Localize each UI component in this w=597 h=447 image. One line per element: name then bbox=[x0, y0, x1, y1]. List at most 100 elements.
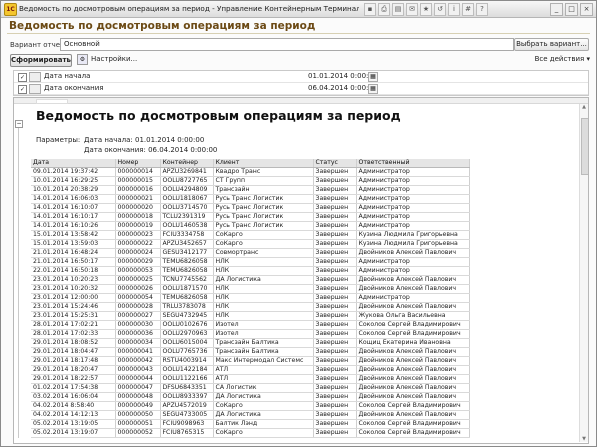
table-cell: Завершен bbox=[313, 257, 357, 267]
table-row[interactable]: 04.02.2014 14:12:13 000000050 SEGU4733005 Д… bbox=[31, 410, 470, 420]
param-value[interactable]: 01.01.2014 0:00:00 bbox=[308, 71, 377, 82]
param-checkbox[interactable]: ✓ bbox=[18, 85, 27, 94]
maximize-button[interactable]: □ bbox=[565, 3, 578, 16]
table-cell: Администратор bbox=[356, 203, 470, 213]
table-cell: Соколов Сергей Владимирович bbox=[356, 419, 470, 429]
calendar-picker-icon[interactable]: ▦ bbox=[368, 84, 378, 94]
print-icon[interactable]: ⎙ bbox=[378, 3, 390, 16]
table-row[interactable]: 23.01.2014 10:20:32 000000026 OOLU1871570 Н… bbox=[31, 284, 470, 294]
table-cell: 21.01.2014 16:50:17 bbox=[31, 257, 116, 267]
table-row[interactable]: 29.01.2014 18:22:57 000000044 OOLU1122166 А… bbox=[31, 374, 470, 384]
settings-button[interactable]: ⚙ Настройки... bbox=[77, 54, 137, 65]
table-cell: Завершен bbox=[313, 374, 357, 384]
calendar-picker-icon[interactable]: ▦ bbox=[368, 72, 378, 82]
table-row[interactable]: 10.01.2014 16:29:25 000000015 OOLU8727765 С… bbox=[31, 176, 470, 186]
table-row[interactable]: 14.01.2014 16:10:17 000000018 TCLU2391319 Р… bbox=[31, 212, 470, 222]
table-cell: GESU3412177 bbox=[160, 248, 214, 258]
table-row[interactable]: 29.01.2014 18:20:47 000000043 OOLU1422184 А… bbox=[31, 365, 470, 375]
table-cell: 000000050 bbox=[115, 410, 161, 420]
table-row[interactable]: 21.01.2014 16:48:24 000000024 GESU3412177 С… bbox=[31, 248, 470, 258]
floppy-icon[interactable]: ▪ bbox=[364, 3, 376, 16]
table-row[interactable]: 23.01.2014 10:20:23 000000025 TCNU7745562 Д… bbox=[31, 275, 470, 285]
report-table: Дата Номер Контейнер Клиент Статус Ответствен… bbox=[31, 159, 470, 438]
report-sheet[interactable]: − Ведомость по досмотровым операциям за … bbox=[13, 97, 589, 444]
table-cell: Завершен bbox=[313, 320, 357, 330]
generate-button[interactable]: Сформировать bbox=[10, 54, 72, 67]
table-row[interactable]: 05.02.2014 13:19:07 000000052 FCIU8765315 С… bbox=[31, 428, 470, 438]
table-cell: 29.01.2014 18:20:47 bbox=[31, 365, 116, 375]
table-row[interactable]: 29.01.2014 18:04:47 000000041 OOLU7765736 Т… bbox=[31, 347, 470, 357]
form-heading: Ведомость по досмотровым операциям за пе… bbox=[9, 20, 316, 32]
table-row[interactable]: 14.01.2014 16:10:26 000000019 OOLU1460538 Р… bbox=[31, 221, 470, 231]
table-cell: 000000029 bbox=[115, 257, 161, 267]
table-row[interactable]: 29.01.2014 18:08:52 000000034 OOLU6015004 Т… bbox=[31, 338, 470, 348]
select-variant-button[interactable]: Выбрать вариант... bbox=[514, 38, 589, 51]
table-row[interactable]: 04.02.2014 8:58:40 000000049 APZU4572019 Со… bbox=[31, 401, 470, 411]
scroll-down-icon[interactable]: ▼ bbox=[581, 436, 587, 442]
table-row[interactable]: 03.02.2014 16:06:04 000000048 OOLU8933397 Д… bbox=[31, 392, 470, 402]
table-row[interactable]: 28.01.2014 17:02:21 000000030 OOLU0102676 И… bbox=[31, 320, 470, 330]
table-cell: 03.02.2014 16:06:04 bbox=[31, 392, 116, 402]
group-collapse-icon[interactable]: − bbox=[15, 120, 23, 128]
vertical-scrollbar[interactable]: ▲ ▼ bbox=[579, 104, 588, 442]
table-row[interactable]: 01.02.2014 17:54:38 000000047 DFSU6843351 С… bbox=[31, 383, 470, 393]
params-table: ✓ Дата начала 01.01.2014 0:00:00 ▦ ✓ Дат… bbox=[13, 70, 589, 96]
mail-icon[interactable]: ✉ bbox=[406, 3, 418, 16]
table-row[interactable]: 29.01.2014 18:17:48 000000042 RSTU4003914 М… bbox=[31, 356, 470, 366]
table-row[interactable]: 28.01.2014 17:02:33 000000036 OOLU2970963 И… bbox=[31, 329, 470, 339]
table-cell: RSTU4003914 bbox=[160, 356, 214, 366]
table-cell: OOLU8933397 bbox=[160, 392, 214, 402]
table-cell: Русь Транс Логистик bbox=[213, 212, 314, 222]
table-row[interactable]: 21.01.2014 16:50:17 000000029 TEMU6826058 Н… bbox=[31, 257, 470, 267]
calc-icon[interactable]: # bbox=[462, 3, 474, 16]
scroll-up-icon[interactable]: ▲ bbox=[581, 104, 587, 110]
table-cell: СоКарго bbox=[213, 401, 314, 411]
table-cell: 000000043 bbox=[115, 365, 161, 375]
table-cell: 14.01.2014 16:10:17 bbox=[31, 212, 116, 222]
bookmark-icon[interactable]: ★ bbox=[420, 3, 432, 16]
all-actions-menu[interactable]: Все действия ▾ bbox=[535, 54, 590, 65]
table-cell: 15.01.2014 13:59:03 bbox=[31, 239, 116, 249]
table-cell: Русь Транс Логистик bbox=[213, 194, 314, 204]
scroll-thumb[interactable] bbox=[581, 118, 588, 175]
table-row[interactable]: 23.01.2014 15:25:31 000000027 SEGU4732945 Н… bbox=[31, 311, 470, 321]
close-button[interactable]: × bbox=[580, 3, 593, 16]
table-row[interactable]: 22.01.2014 16:50:18 000000053 TEMU6826058 Н… bbox=[31, 266, 470, 276]
table-cell: СоКарго bbox=[213, 239, 314, 249]
minimize-button[interactable]: _ bbox=[550, 3, 563, 16]
variant-field[interactable]: Основной bbox=[60, 38, 514, 51]
table-cell: Русь Транс Логистик bbox=[213, 203, 314, 213]
help-icon[interactable]: ? bbox=[476, 3, 488, 16]
table-cell: Совмортранс bbox=[213, 248, 314, 258]
table-cell: 22.01.2014 16:50:18 bbox=[31, 266, 116, 276]
column-header: Контейнер bbox=[160, 159, 214, 168]
table-cell: 15.01.2014 13:58:42 bbox=[31, 230, 116, 240]
table-cell: 05.02.2014 13:19:07 bbox=[31, 428, 116, 438]
table-cell: 09.01.2014 19:37:42 bbox=[31, 167, 116, 177]
history-icon[interactable]: ↺ bbox=[434, 3, 446, 16]
report-title: Ведомость по досмотровым операциям за пе… bbox=[36, 108, 401, 123]
table-cell: Завершен bbox=[313, 338, 357, 348]
table-row[interactable]: 15.01.2014 13:58:42 000000023 FCIU3334758 С… bbox=[31, 230, 470, 240]
table-row[interactable]: 15.01.2014 13:59:03 000000022 APZU3452657 С… bbox=[31, 239, 470, 249]
preview-icon[interactable]: ▤ bbox=[392, 3, 404, 16]
table-row[interactable]: 23.01.2014 15:24:46 000000028 TRLU3783078 Н… bbox=[31, 302, 470, 312]
app-window: 1С Ведомость по досмотровым операциям за… bbox=[0, 0, 597, 447]
table-cell: Администратор bbox=[356, 176, 470, 186]
table-row[interactable]: 05.02.2014 13:19:05 000000051 FCIU9098963 Б… bbox=[31, 419, 470, 429]
table-cell: СТ Групп bbox=[213, 176, 314, 186]
table-row[interactable]: 14.01.2014 16:06:03 000000021 OOLU1818067 Р… bbox=[31, 194, 470, 204]
table-row[interactable]: 10.01.2014 20:38:29 000000016 OOLU4294809 Т… bbox=[31, 185, 470, 195]
title-bar: 1С Ведомость по досмотровым операциям за… bbox=[1, 1, 596, 18]
table-cell: 000000016 bbox=[115, 185, 161, 195]
param-value[interactable]: 06.04.2014 0:00:00 bbox=[308, 83, 377, 94]
table-row[interactable]: 14.01.2014 16:10:07 000000020 OOLU3714570 Р… bbox=[31, 203, 470, 213]
column-header: Клиент bbox=[213, 159, 314, 168]
param-checkbox[interactable]: ✓ bbox=[18, 73, 27, 82]
info-icon[interactable]: i bbox=[448, 3, 460, 16]
table-cell: АТЛ bbox=[213, 365, 314, 375]
table-row[interactable]: 09.01.2014 19:37:42 000000014 APZU3269841 К… bbox=[31, 167, 470, 177]
table-row[interactable]: 23.01.2014 12:00:00 000000054 TEMU6826058 Н… bbox=[31, 293, 470, 303]
table-cell: 000000042 bbox=[115, 356, 161, 366]
column-header: Статус bbox=[313, 159, 357, 168]
